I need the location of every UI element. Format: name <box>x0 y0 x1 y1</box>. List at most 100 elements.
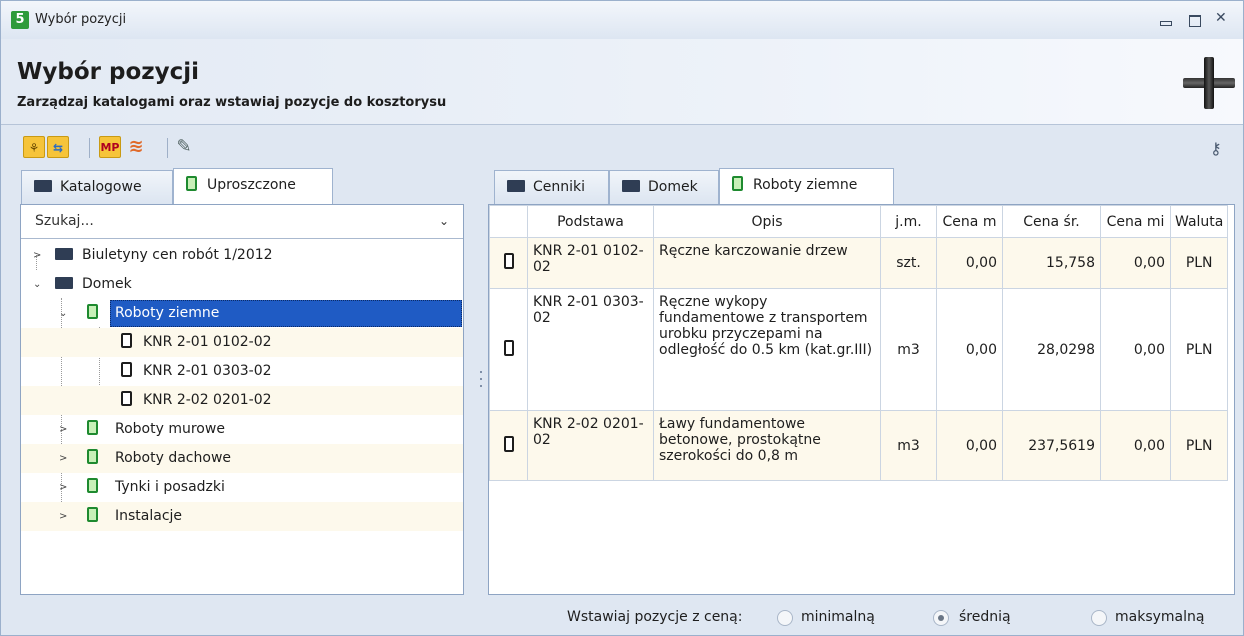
tree-item-label: Biuletyny cen robót 1/2012 <box>82 247 273 263</box>
book-icon <box>87 507 98 522</box>
book-icon <box>87 420 98 435</box>
positions-table: Podstawa Opis j.m. Cena m Cena śr. Cena … <box>489 205 1229 481</box>
tab-label: Cenniki <box>533 179 586 195</box>
panel-splitter[interactable] <box>479 371 483 395</box>
radio-label[interactable]: maksymalną <box>1115 609 1204 625</box>
radio-label[interactable]: średnią <box>959 609 1011 625</box>
tab-cenniki[interactable]: Cenniki <box>494 170 609 204</box>
table-row[interactable]: KNR 2-02 0201-02 Ławy fundamentowe beton… <box>489 410 1229 481</box>
cell-podstawa: KNR 2-02 0201-02 <box>527 410 654 481</box>
cell-cena-sr: 15,758 <box>1002 237 1101 289</box>
collapse-icon[interactable]: ⌄ <box>33 270 41 299</box>
table-row[interactable]: KNR 2-01 0303-02 Ręczne wykopy fundament… <box>489 288 1229 411</box>
toolbar-separator <box>167 138 168 158</box>
column-header[interactable]: Cena śr. <box>1002 205 1101 238</box>
column-header[interactable]: Waluta <box>1169 205 1229 238</box>
tree-item-selected[interactable]: ⌄ Roboty ziemne <box>21 299 463 328</box>
tree-item[interactable]: > Tynki i posadzki <box>21 473 463 502</box>
tab-roboty-ziemne[interactable]: Roboty ziemne <box>719 168 894 204</box>
tab-uproszczone[interactable]: Uproszczone <box>173 168 333 204</box>
cell-cena-min: 0,00 <box>936 410 1003 481</box>
tree-item[interactable]: > Instalacje <box>21 502 463 531</box>
column-header[interactable]: Podstawa <box>527 205 654 238</box>
tree-item[interactable]: KNR 2-01 0303-02 <box>21 357 463 386</box>
chevron-down-icon[interactable]: ⌄ <box>439 214 449 228</box>
column-header-icon <box>489 205 528 238</box>
cell-jm: szt. <box>880 237 937 289</box>
tree-item[interactable]: > Roboty murowe <box>21 415 463 444</box>
cell-cena-sr: 28,0298 <box>1002 288 1101 411</box>
dialog-window: 5 Wybór pozycji ✕ Wybór pozycji Zarządza… <box>0 0 1244 636</box>
close-button[interactable]: ✕ <box>1215 10 1231 26</box>
expand-icon[interactable]: > <box>59 444 67 473</box>
tab-katalogowe[interactable]: Katalogowe <box>21 170 173 204</box>
search-combo[interactable]: Szukaj... ⌄ <box>21 205 463 239</box>
book-icon <box>121 362 132 377</box>
key-icon[interactable]: ⚷ <box>1210 139 1222 158</box>
toolbar: ⚘ ⇆ MP ≋ ✎ ⚷ <box>1 126 1243 166</box>
maximize-button[interactable] <box>1187 13 1203 27</box>
book-icon <box>87 478 98 493</box>
page-title: Wybór pozycji <box>17 59 200 85</box>
cell-cena-max: 0,00 <box>1100 237 1171 289</box>
table-row[interactable]: KNR 2-01 0102-02 Ręczne karczowanie drze… <box>489 237 1229 289</box>
tree-item-label: KNR 2-02 0201-02 <box>143 392 272 408</box>
table-header-row: Podstawa Opis j.m. Cena m Cena śr. Cena … <box>489 205 1229 238</box>
tree-item-label: Roboty murowe <box>115 421 225 437</box>
tree-item[interactable]: > Roboty dachowe <box>21 444 463 473</box>
radio-srednia[interactable] <box>933 610 949 626</box>
cell-waluta: PLN <box>1169 288 1229 411</box>
tree-item-label: KNR 2-01 0303-02 <box>143 363 272 379</box>
mp-icon[interactable]: MP <box>99 136 121 158</box>
row-icon-cell <box>489 237 528 289</box>
tree-item-label: KNR 2-01 0102-02 <box>143 334 272 350</box>
book-icon <box>732 176 743 191</box>
edit-pencil-icon[interactable]: ✎ <box>173 136 195 158</box>
tree-grid-icon[interactable]: ⚘ <box>23 136 45 158</box>
cell-jm: m3 <box>880 410 937 481</box>
book-icon <box>121 333 132 348</box>
cell-cena-sr: 237,5619 <box>1002 410 1101 481</box>
folder-icon <box>622 180 640 192</box>
toolbar-separator <box>89 138 90 158</box>
tree-item[interactable]: KNR 2-01 0102-02 <box>21 328 463 357</box>
cell-podstawa: KNR 2-01 0303-02 <box>527 288 654 411</box>
catalog-tree-panel: Szukaj... ⌄ > Biuletyny cen robót 1/2012… <box>20 204 464 595</box>
minimize-button[interactable] <box>1158 13 1174 27</box>
radio-label[interactable]: minimalną <box>801 609 875 625</box>
page-subtitle: Zarządzaj katalogami oraz wstawiaj pozyc… <box>17 95 447 110</box>
expand-icon[interactable]: > <box>59 502 67 531</box>
tree-item-label: Roboty ziemne <box>115 305 220 321</box>
tree-item[interactable]: KNR 2-02 0201-02 <box>21 386 463 415</box>
column-header[interactable]: j.m. <box>880 205 937 238</box>
plus-icon <box>1183 57 1235 109</box>
book-icon <box>503 339 514 356</box>
tree-item-label: Roboty dachowe <box>115 450 232 466</box>
expand-icon[interactable]: > <box>59 415 67 444</box>
tree-item[interactable]: > Biuletyny cen robót 1/2012 <box>21 241 463 270</box>
column-header[interactable]: Cena m <box>936 205 1003 238</box>
footer-bar: Wstawiaj pozycje z ceną: minimalną średn… <box>1 601 1243 635</box>
collapse-icon[interactable]: ⌄ <box>59 299 67 328</box>
expand-icon[interactable]: > <box>33 241 41 270</box>
row-icon-cell <box>489 288 528 411</box>
expand-icon[interactable]: > <box>59 473 67 502</box>
price-mode-label: Wstawiaj pozycje z ceną: <box>567 609 743 625</box>
coins-icon[interactable]: ≋ <box>125 136 147 158</box>
swap-arrows-icon[interactable]: ⇆ <box>47 136 69 158</box>
book-icon <box>503 253 514 269</box>
column-header[interactable]: Cena mi <box>1100 205 1171 238</box>
cell-waluta: PLN <box>1169 410 1229 481</box>
cell-opis: Ręczne karczowanie drzew <box>653 237 881 289</box>
radio-maksymalna[interactable] <box>1091 610 1107 626</box>
book-icon <box>87 304 98 319</box>
tab-domek[interactable]: Domek <box>609 170 719 204</box>
cell-cena-max: 0,00 <box>1100 288 1171 411</box>
tree-item[interactable]: ⌄ Domek <box>21 270 463 299</box>
cell-cena-min: 0,00 <box>936 237 1003 289</box>
cell-cena-min: 0,00 <box>936 288 1003 411</box>
radio-minimalna[interactable] <box>777 610 793 626</box>
column-header[interactable]: Opis <box>653 205 881 238</box>
tab-label: Roboty ziemne <box>753 177 858 193</box>
search-input[interactable]: Szukaj... <box>35 213 94 229</box>
